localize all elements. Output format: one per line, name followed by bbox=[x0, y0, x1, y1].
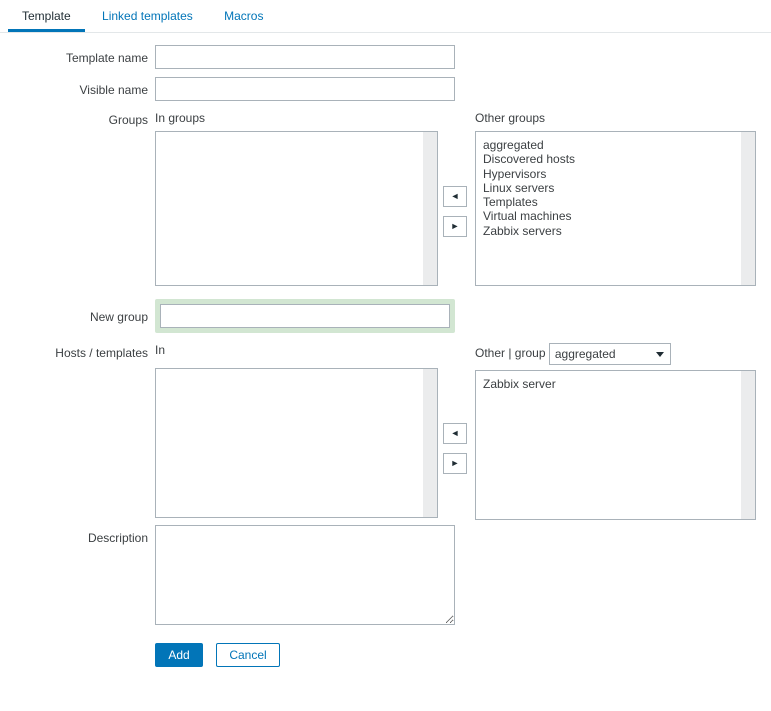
list-item[interactable]: aggregated bbox=[483, 138, 737, 152]
in-groups-items bbox=[163, 138, 419, 283]
template-name-input[interactable] bbox=[155, 45, 455, 69]
hosts-move-left-button[interactable]: ◄ bbox=[443, 423, 467, 444]
other-hosts-items: Zabbix server bbox=[483, 377, 737, 517]
groups-transfer-buttons: ◄ ► bbox=[443, 186, 467, 237]
hosts-templates-label: Hosts / templates bbox=[55, 346, 148, 360]
in-hosts-scrollbar[interactable] bbox=[422, 369, 437, 517]
list-item[interactable]: Linux servers bbox=[483, 181, 737, 195]
in-hosts-listbox[interactable] bbox=[155, 368, 438, 518]
row-template-name: Template name bbox=[0, 45, 771, 77]
other-groups-column: Other groups aggregated Discovered hosts H… bbox=[475, 111, 756, 286]
hosts-transfer-buttons: ◄ ► bbox=[443, 423, 467, 474]
host-group-select-wrap: aggregated bbox=[548, 343, 671, 365]
tab-bar: Template Linked templates Macros bbox=[0, 0, 771, 33]
description-textarea[interactable] bbox=[155, 525, 455, 625]
list-item[interactable]: Discovered hosts bbox=[483, 152, 737, 166]
hosts-move-right-button[interactable]: ► bbox=[443, 453, 467, 474]
tab-template[interactable]: Template bbox=[8, 0, 85, 32]
row-groups: Groups In groups ◄ ► Other groups aggreg… bbox=[0, 111, 771, 299]
list-item[interactable]: Templates bbox=[483, 195, 737, 209]
in-hosts-header: In bbox=[155, 343, 166, 357]
list-item[interactable]: Zabbix server bbox=[483, 377, 737, 391]
other-hosts-scrollbar[interactable] bbox=[740, 371, 755, 519]
visible-name-label: Visible name bbox=[79, 83, 148, 97]
tab-linked-templates[interactable]: Linked templates bbox=[88, 0, 207, 32]
new-group-input[interactable] bbox=[160, 304, 450, 328]
row-visible-name: Visible name bbox=[0, 77, 771, 111]
new-group-label: New group bbox=[89, 310, 148, 324]
add-button[interactable]: Add bbox=[155, 643, 203, 667]
tab-macros[interactable]: Macros bbox=[210, 0, 277, 32]
template-name-label: Template name bbox=[65, 51, 148, 65]
other-groups-header: Other groups bbox=[475, 111, 546, 125]
new-group-highlight bbox=[155, 299, 455, 333]
other-hosts-listbox[interactable]: Zabbix server bbox=[475, 370, 756, 520]
description-label: Description bbox=[87, 531, 148, 545]
in-groups-scrollbar[interactable] bbox=[422, 132, 437, 285]
row-form-actions: Add Cancel bbox=[0, 643, 771, 683]
in-hosts-column: In bbox=[155, 343, 438, 518]
groups-move-left-button[interactable]: ◄ bbox=[443, 186, 467, 207]
other-groups-listbox[interactable]: aggregated Discovered hosts Hypervisors Lin… bbox=[475, 131, 756, 286]
other-hosts-header: Other | group bbox=[475, 346, 546, 361]
list-item[interactable]: Hypervisors bbox=[483, 167, 737, 181]
row-new-group: New group bbox=[0, 299, 771, 343]
other-hosts-header-row: Other | group aggregated bbox=[475, 343, 756, 365]
visible-name-input[interactable] bbox=[155, 77, 455, 101]
host-group-select[interactable]: aggregated bbox=[548, 343, 671, 365]
list-item[interactable]: Zabbix servers bbox=[483, 224, 737, 238]
cancel-button[interactable]: Cancel bbox=[216, 643, 280, 667]
groups-label: Groups bbox=[108, 113, 148, 127]
other-groups-scrollbar[interactable] bbox=[740, 132, 755, 285]
template-form: Template name Visible name Groups In gro… bbox=[0, 33, 771, 683]
list-item[interactable]: Virtual machines bbox=[483, 209, 737, 223]
in-groups-listbox[interactable] bbox=[155, 131, 438, 286]
in-groups-header: In groups bbox=[155, 111, 206, 125]
in-hosts-items bbox=[163, 375, 419, 515]
row-description: Description bbox=[0, 525, 771, 643]
other-groups-items: aggregated Discovered hosts Hypervisors Lin… bbox=[483, 138, 737, 283]
other-hosts-column: Other | group aggregated Zabbix server bbox=[475, 343, 756, 520]
in-groups-column: In groups bbox=[155, 111, 438, 286]
row-hosts-templates: Hosts / templates In ◄ ► Other | group a… bbox=[0, 343, 771, 525]
groups-move-right-button[interactable]: ► bbox=[443, 216, 467, 237]
